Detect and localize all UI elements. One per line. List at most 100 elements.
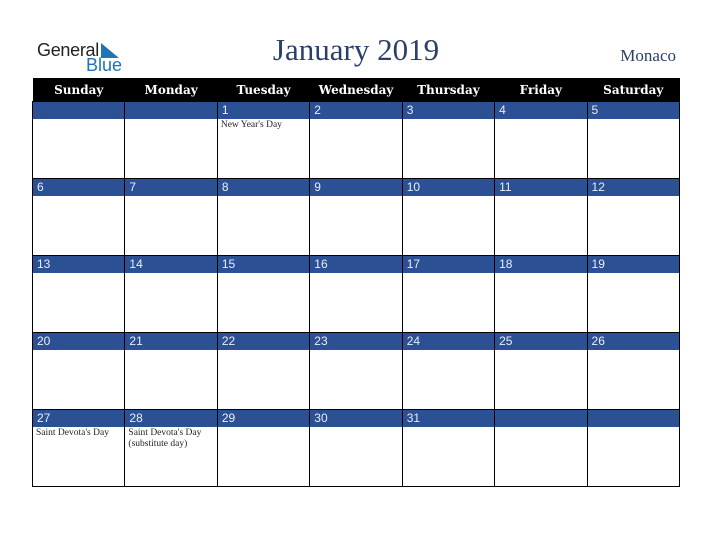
day-number: 9 xyxy=(310,179,402,196)
holiday-label xyxy=(33,273,124,275)
holiday-label xyxy=(403,350,494,352)
day-number: 4 xyxy=(495,102,587,119)
country-label: Monaco xyxy=(620,46,676,65)
day-number: 17 xyxy=(402,256,495,273)
holiday-label xyxy=(310,427,401,429)
holiday-label xyxy=(403,196,494,198)
holiday-label xyxy=(403,427,494,429)
day-number: 25 xyxy=(495,333,587,350)
day-number xyxy=(587,410,679,427)
day-number: 7 xyxy=(125,179,217,196)
day-number: 11 xyxy=(495,179,587,196)
day-cell[interactable] xyxy=(586,409,681,487)
holiday-label xyxy=(495,273,586,275)
holiday-label xyxy=(218,427,309,429)
day-cell[interactable]: 17 xyxy=(401,255,496,333)
day-cell[interactable]: 26 xyxy=(586,332,681,410)
day-cell[interactable]: 10 xyxy=(401,178,496,256)
weekday-header: Monday xyxy=(124,78,218,102)
day-cell[interactable] xyxy=(494,409,588,487)
day-number: 14 xyxy=(125,256,217,273)
day-number: 1 xyxy=(217,102,310,119)
day-cell[interactable]: 8 xyxy=(216,178,311,256)
day-cell[interactable]: 18 xyxy=(494,255,588,333)
day-cell[interactable]: 1 New Year's Day xyxy=(216,101,311,179)
holiday-label xyxy=(218,196,309,198)
day-cell[interactable]: 21 xyxy=(124,332,218,410)
holiday-label xyxy=(588,119,679,121)
holiday-label xyxy=(125,273,216,275)
holiday-label xyxy=(588,350,679,352)
day-cell[interactable]: 2 xyxy=(309,101,403,179)
day-cell[interactable]: 25 xyxy=(494,332,588,410)
day-number: 28 xyxy=(125,410,217,427)
holiday-label xyxy=(495,350,586,352)
day-number: 13 xyxy=(33,256,125,273)
holiday-label xyxy=(588,273,679,275)
calendar-grid: Sunday Monday Tuesday Wednesday Thursday… xyxy=(31,78,681,487)
holiday-label xyxy=(125,196,216,198)
weekday-header: Thursday xyxy=(402,78,495,102)
week-row: 13 14 15 16 17 18 19 xyxy=(31,255,681,333)
day-number: 5 xyxy=(587,102,679,119)
day-cell[interactable]: 23 xyxy=(309,332,403,410)
holiday-label: Saint Devota's Day xyxy=(36,428,109,438)
holiday-label xyxy=(125,119,216,121)
holiday-label xyxy=(125,350,216,352)
day-number: 16 xyxy=(310,256,402,273)
holiday-label: Saint Devota's Day (substitute day) xyxy=(128,428,202,449)
weekday-header-row: Sunday Monday Tuesday Wednesday Thursday… xyxy=(32,78,680,102)
day-cell[interactable]: 4 xyxy=(494,101,588,179)
week-row: 27 Saint Devota's Day 28 Saint Devota's Day… xyxy=(31,409,681,487)
day-number: 22 xyxy=(217,333,310,350)
day-number xyxy=(495,410,587,427)
day-number: 19 xyxy=(587,256,679,273)
day-number: 8 xyxy=(217,179,310,196)
day-cell[interactable]: 7 xyxy=(124,178,218,256)
day-number: 10 xyxy=(402,179,495,196)
day-cell[interactable]: 29 xyxy=(216,409,311,487)
day-number: 3 xyxy=(402,102,495,119)
day-cell[interactable] xyxy=(31,101,126,179)
holiday-label xyxy=(33,196,124,198)
day-cell[interactable]: 3 xyxy=(401,101,496,179)
weekday-header: Wednesday xyxy=(309,78,403,102)
day-cell[interactable]: 14 xyxy=(124,255,218,333)
holiday-label xyxy=(33,350,124,352)
day-number: 26 xyxy=(587,333,679,350)
holiday-label xyxy=(310,273,401,275)
day-cell[interactable]: 20 xyxy=(31,332,126,410)
day-cell[interactable]: 13 xyxy=(31,255,126,333)
day-cell[interactable]: 22 xyxy=(216,332,311,410)
day-number: 12 xyxy=(587,179,679,196)
day-cell[interactable]: 28 Saint Devota's Day (substitute day) xyxy=(124,409,218,487)
day-cell[interactable] xyxy=(124,101,218,179)
day-cell[interactable]: 27 Saint Devota's Day xyxy=(31,409,126,487)
day-cell[interactable]: 11 xyxy=(494,178,588,256)
day-cell[interactable]: 31 xyxy=(401,409,496,487)
weekday-header: Saturday xyxy=(587,78,680,102)
day-cell[interactable]: 15 xyxy=(216,255,311,333)
week-row: 20 21 22 23 24 25 26 xyxy=(31,332,681,410)
holiday-label xyxy=(588,196,679,198)
day-cell[interactable]: 5 xyxy=(586,101,681,179)
holiday-label xyxy=(588,427,679,429)
day-number: 31 xyxy=(402,410,495,427)
day-cell[interactable]: 6 xyxy=(31,178,126,256)
day-number: 24 xyxy=(402,333,495,350)
holiday-label xyxy=(403,119,494,121)
day-cell[interactable]: 30 xyxy=(309,409,403,487)
day-cell[interactable]: 24 xyxy=(401,332,496,410)
holiday-label xyxy=(403,273,494,275)
day-number xyxy=(33,102,125,119)
day-cell[interactable]: 19 xyxy=(586,255,681,333)
weekday-header: Friday xyxy=(494,78,588,102)
day-number: 20 xyxy=(33,333,125,350)
day-number: 21 xyxy=(125,333,217,350)
day-cell[interactable]: 12 xyxy=(586,178,681,256)
day-cell[interactable]: 16 xyxy=(309,255,403,333)
holiday-label: New Year's Day xyxy=(220,120,282,130)
day-number: 29 xyxy=(217,410,310,427)
day-number: 23 xyxy=(310,333,402,350)
day-cell[interactable]: 9 xyxy=(309,178,403,256)
